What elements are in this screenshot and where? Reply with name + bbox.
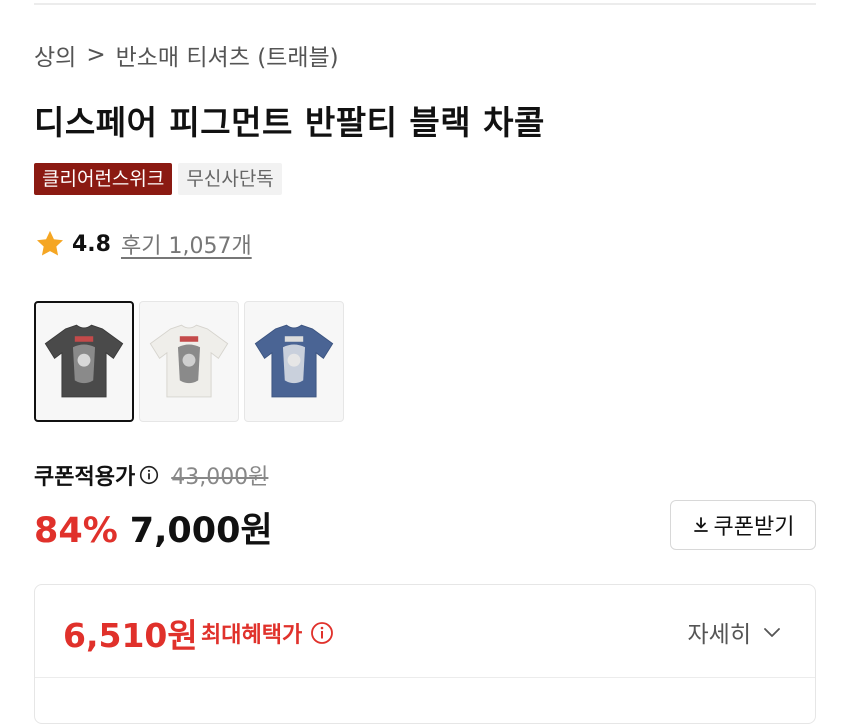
- tshirt-white-image: [149, 324, 229, 397]
- exclusive-badge: 무신사단독: [178, 163, 282, 195]
- benefit-divider: [35, 677, 815, 678]
- max-benefit-label: 최대혜택가: [201, 623, 303, 648]
- original-price: 43,000원: [171, 465, 269, 490]
- get-coupon-label: 쿠폰받기: [713, 514, 795, 539]
- sale-price: 7,000원: [129, 511, 273, 551]
- reviews-link[interactable]: 후기 1,057개: [121, 228, 252, 260]
- detail-toggle-label: 자세히: [687, 622, 751, 648]
- star-icon: [37, 230, 63, 256]
- rating-row: 4.8 후기 1,057개: [34, 228, 252, 260]
- chevron-right-icon: >: [86, 42, 106, 68]
- detail-toggle-button[interactable]: 자세히: [688, 615, 783, 649]
- max-benefit-price: 6,510원: [63, 616, 198, 655]
- download-icon: [693, 517, 708, 532]
- thumbnail-white[interactable]: [139, 301, 239, 422]
- badge-list: 클리어런스위크 무신사단독: [34, 163, 282, 195]
- info-icon[interactable]: [310, 621, 334, 645]
- thumbnail-black[interactable]: [34, 301, 134, 422]
- discount-rate: 84%: [34, 511, 118, 551]
- breadcrumb-subcategory[interactable]: 반소매 티셔츠 (트래블): [116, 38, 339, 72]
- max-benefit-label-group: 최대혜택가: [201, 617, 334, 649]
- tshirt-blue-image: [254, 324, 334, 397]
- thumbnail-list: [34, 301, 344, 422]
- product-title: 디스페어 피그먼트 반팔티 블랙 차콜: [34, 103, 545, 142]
- rating-value: 4.8: [72, 231, 111, 257]
- top-divider: [34, 3, 816, 5]
- coupon-price-label: 쿠폰적용가: [34, 465, 136, 490]
- coupon-price-row: 쿠폰적용가 43,000원: [34, 459, 268, 491]
- breadcrumb: 상의 > 반소매 티셔츠 (트래블): [34, 38, 339, 72]
- chevron-down-icon: [764, 628, 780, 637]
- thumbnail-blue[interactable]: [244, 301, 344, 422]
- max-benefit-panel: 6,510원 최대혜택가 자세히: [34, 584, 816, 724]
- info-icon[interactable]: [139, 465, 159, 485]
- sale-price-row: 84% 7,000원: [34, 502, 273, 553]
- breadcrumb-category[interactable]: 상의: [34, 38, 76, 72]
- tshirt-black-image: [44, 324, 124, 397]
- clearance-week-badge: 클리어런스위크: [34, 163, 173, 195]
- get-coupon-button[interactable]: 쿠폰받기: [670, 500, 816, 550]
